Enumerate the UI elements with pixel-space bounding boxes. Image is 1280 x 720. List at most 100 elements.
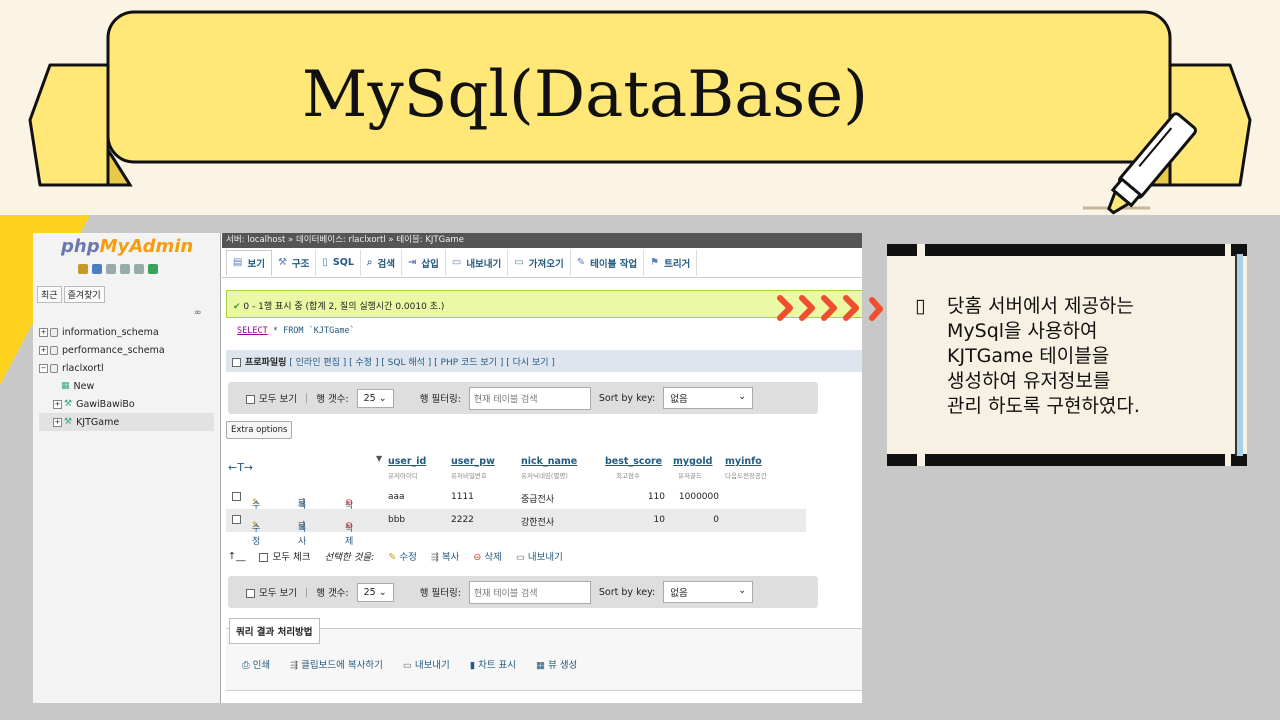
check-icon: ✔ [233, 302, 241, 312]
profiling-checkbox[interactable] [232, 358, 241, 367]
col-user-pw[interactable]: user_pw [451, 456, 495, 467]
tree-item-gawibawibo[interactable]: + ⚒ GawiBawiBo [39, 395, 214, 413]
note-bullet: ▯ [915, 295, 926, 317]
tab-recent[interactable]: 최근 [37, 286, 62, 303]
result-grid: ←T→ ▼ user_id 유저아이디 user_pw 유저비밀번호 nick_… [226, 448, 806, 547]
create-view-button[interactable]: ▦ 뷰 생성 [536, 657, 577, 671]
link-icon[interactable]: ∞ [194, 308, 202, 318]
bulk-copy-button[interactable]: ⇶ 복사 [431, 549, 459, 563]
tab-import[interactable]: ▭ 가져오기 [508, 249, 571, 276]
cell-mygold[interactable]: 1000000 [673, 492, 719, 502]
tree-item-kjtgame[interactable]: + ⚒ KJTGame [39, 413, 214, 431]
extra-options-button[interactable]: Extra options [226, 421, 293, 439]
export-button[interactable]: ▭ 내보내기 [403, 657, 450, 671]
tree-item-rlaclxortl[interactable]: − rlaclxortl [39, 359, 214, 377]
description-note: ▯ 닷홈 서버에서 제공하는 MySql을 사용하여 KJTGame 테이블을 … [887, 244, 1247, 466]
success-message: ✔ 0 - 1행 표시 중 (합계 2, 질의 실행시간 0.0010 초.) [226, 290, 862, 318]
sort-select[interactable]: 없음 ⌄ [663, 387, 754, 409]
wrench-icon: ✎ [576, 257, 586, 268]
rows-select[interactable]: 25 ⌄ [356, 388, 394, 408]
reload-icon[interactable] [148, 264, 158, 274]
tree-item-performance-schema[interactable]: + performance_schema [39, 341, 214, 359]
browse-icon: ▤ [233, 257, 243, 268]
col-comment: 최고점수 [616, 472, 640, 480]
phpmyadmin-screenshot: phpMyAdmin 최근 즐겨찾기 ∞ + information_schema… [33, 233, 862, 703]
tab-search[interactable]: ⌕ 검색 [361, 249, 402, 276]
note-top-bar [887, 244, 917, 256]
rows-select[interactable]: 25 ⌄ [356, 582, 394, 602]
pma-main: 서버: localhost » 데이터베이스: rlaclxortl » 테이블… [222, 233, 862, 703]
tab-insert[interactable]: ⇥ 삽입 [402, 249, 446, 276]
col-comment: 유저비밀번호 [451, 472, 487, 480]
tab-triggers[interactable]: ⚑ 트리거 [644, 249, 698, 276]
expand-icon[interactable]: + [53, 399, 62, 409]
tab-export[interactable]: ▭ 내보내기 [446, 249, 509, 276]
bulk-edit-button[interactable]: ✎ 수정 [388, 549, 416, 563]
show-all-toggle[interactable]: 모두 보기 [246, 391, 297, 405]
profiling-links[interactable]: [ 인라인 편집 ] [ 수정 ] [ SQL 해석 ] [ PHP 코드 보기… [289, 358, 555, 368]
pma-tabs: ▤ 보기 ⚒ 구조 ▯ SQL ⌕ 검색 ⇥ 삽입 ▭ 내보내기 ▭ 가져오기 ✎ 테이블 작업… [222, 248, 862, 278]
row-checkbox[interactable] [232, 515, 241, 524]
filter-input[interactable]: 현재 테이블 검색 [468, 386, 591, 410]
cell-best-score[interactable]: 110 [605, 492, 665, 502]
database-icon [50, 363, 58, 373]
pma-logo[interactable]: phpMyAdmin [61, 236, 193, 257]
trigger-icon: ⚑ [650, 257, 660, 268]
column-arrows[interactable]: ←T→ [228, 461, 253, 474]
sort-desc-icon[interactable]: ▼ [376, 454, 382, 463]
col-nick-name[interactable]: nick_name [521, 456, 577, 467]
tab-browse[interactable]: ▤ 보기 [226, 249, 272, 276]
col-comment: 유저골드 [678, 472, 702, 480]
cell-best-score[interactable]: 10 [605, 515, 665, 525]
tab-sql[interactable]: ▯ SQL [316, 249, 361, 276]
row-checkbox[interactable] [232, 492, 241, 501]
chart-button[interactable]: ▮ 차트 표시 [470, 657, 516, 671]
col-best-score[interactable]: best_score [605, 456, 662, 467]
bulk-delete-button[interactable]: ⊖ 삭제 [473, 549, 501, 563]
collapse-icon[interactable]: − [39, 363, 48, 373]
filter-input[interactable]: 현재 테이블 검색 [468, 580, 591, 604]
database-icon[interactable] [92, 264, 102, 274]
structure-icon: ⚒ [277, 257, 287, 268]
marker-pen-icon [1107, 112, 1197, 215]
tab-structure[interactable]: ⚒ 구조 [272, 249, 317, 276]
docs-icon[interactable] [120, 264, 130, 274]
expand-icon[interactable]: + [53, 417, 62, 427]
profiling-bar: 프로파일링 [ 인라인 편집 ] [ 수정 ] [ SQL 해석 ] [ PHP… [226, 350, 862, 372]
settings-icon[interactable] [134, 264, 144, 274]
nav-bar-bottom: 모두 보기 | 행 갯수: 25 ⌄ 행 필터링: 현재 테이블 검색 Sort… [228, 576, 818, 608]
cell-nick-name[interactable]: 강한전사 [521, 515, 554, 528]
sort-select[interactable]: 없음 ⌄ [663, 581, 754, 603]
table-row: ✎ 수정 ⇶ 복사 ⊖ 삭제 bbb 2222 강한전사 10 0 [226, 509, 806, 547]
tab-operations[interactable]: ✎ 테이블 작업 [571, 249, 645, 276]
query-ops: ⎙ 인쇄 ⇶ 클립보드에 복사하기 ▭ 내보내기 ▮ 차트 표시 ▦ 뷰 생성 [242, 657, 577, 671]
sql-select-keyword[interactable]: SELECT [237, 326, 268, 336]
cell-user-pw[interactable]: 2222 [451, 515, 474, 525]
copy-clipboard-button[interactable]: ⇶ 클립보드에 복사하기 [290, 657, 383, 671]
nav-bar-top: 모두 보기 | 행 갯수: 25 ⌄ 행 필터링: 현재 테이블 검색 Sort… [228, 382, 818, 414]
show-all-toggle[interactable]: 모두 보기 [246, 585, 297, 599]
bulk-export-button[interactable]: ▭ 내보내기 [516, 549, 563, 563]
new-table-icon: ▦ [61, 381, 70, 391]
cell-user-id[interactable]: aaa [388, 492, 405, 502]
tree-item-new[interactable]: ▦ New [39, 377, 214, 395]
col-user-id[interactable]: user_id [388, 456, 426, 467]
view-icon: ▦ [536, 660, 546, 671]
cell-user-pw[interactable]: 1111 [451, 492, 474, 502]
cell-mygold[interactable]: 0 [673, 515, 719, 525]
tab-favorites[interactable]: 즐겨찾기 [63, 286, 105, 303]
home-icon[interactable] [78, 264, 88, 274]
check-all-toggle[interactable]: 모두 체크 [259, 549, 310, 563]
col-mygold[interactable]: mygold [673, 456, 712, 467]
expand-icon[interactable]: + [39, 327, 48, 337]
col-comment: 유저닉네임(별명) [521, 472, 568, 480]
cell-user-id[interactable]: bbb [388, 515, 405, 525]
chart-icon: ▮ [469, 660, 476, 671]
col-myinfo[interactable]: myinfo [725, 456, 762, 467]
print-button[interactable]: ⎙ 인쇄 [242, 657, 270, 671]
cell-nick-name[interactable]: 중급전사 [521, 492, 554, 505]
tree-item-information-schema[interactable]: + information_schema [39, 323, 214, 341]
help-icon[interactable] [106, 264, 116, 274]
expand-icon[interactable]: + [39, 345, 48, 355]
arrow-up-icon: ↑__ [228, 550, 246, 562]
